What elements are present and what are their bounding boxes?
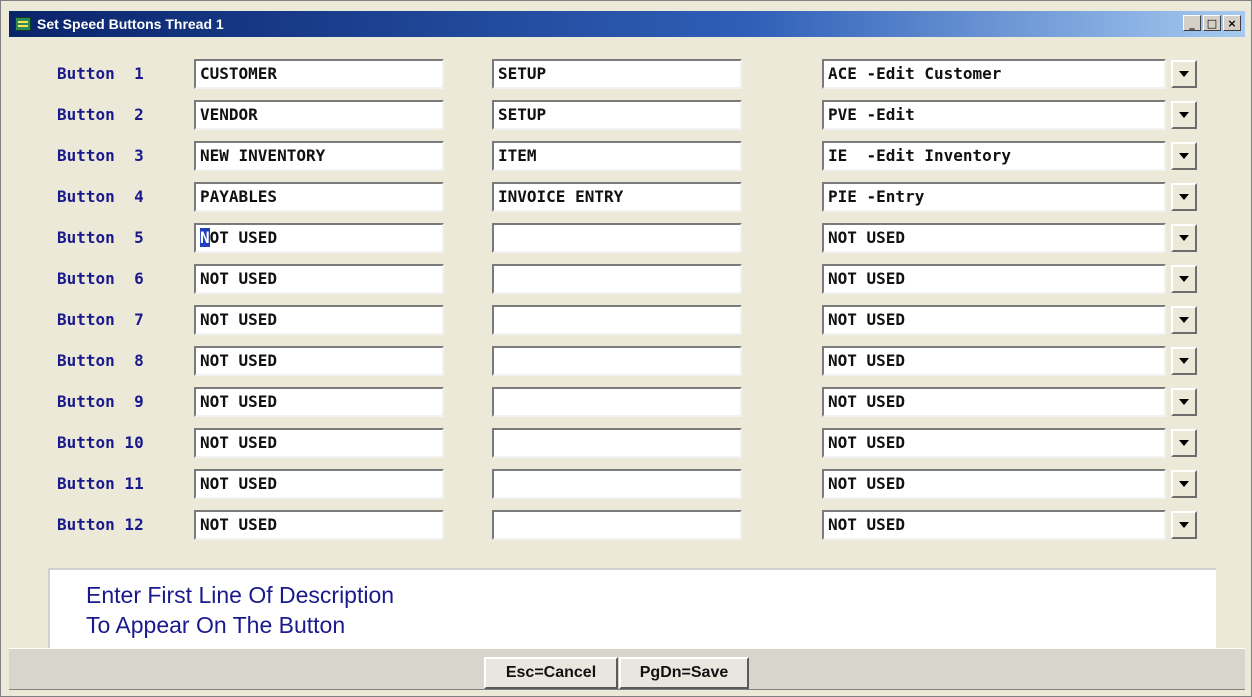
app-icon (15, 17, 31, 31)
line1-field-active[interactable]: NOT USED (194, 223, 444, 253)
line1-field[interactable]: CUSTOMER (194, 59, 444, 89)
button-number-label: Button 5 (57, 228, 144, 247)
line2-field[interactable] (492, 387, 742, 417)
command-select[interactable]: PIE -Entry (822, 182, 1166, 212)
line2-field[interactable]: ITEM (492, 141, 742, 171)
action-bar: Esc=Cancel PgDn=Save (9, 648, 1245, 690)
chevron-down-icon[interactable] (1171, 470, 1197, 498)
line1-field[interactable]: NOT USED (194, 510, 444, 540)
chevron-down-icon[interactable] (1171, 306, 1197, 334)
command-select[interactable]: NOT USED (822, 387, 1166, 417)
help-text-panel: Enter First Line Of Description To Appea… (48, 568, 1216, 648)
line2-field[interactable] (492, 346, 742, 376)
button-number-label: Button 1 (57, 64, 144, 83)
chevron-down-icon[interactable] (1171, 60, 1197, 88)
command-select[interactable]: NOT USED (822, 264, 1166, 294)
chevron-down-icon[interactable] (1171, 142, 1197, 170)
line1-field[interactable]: NOT USED (194, 387, 444, 417)
button-row: Button 7 NOT USED NOT USED (1, 305, 1252, 335)
chevron-down-icon[interactable] (1171, 183, 1197, 211)
maximize-button[interactable]: □ (1203, 15, 1221, 31)
button-number-label: Button 6 (57, 269, 144, 288)
line1-field[interactable]: VENDOR (194, 100, 444, 130)
button-row: Button 5 NOT USED NOT USED (1, 223, 1252, 253)
command-select[interactable]: NOT USED (822, 428, 1166, 458)
button-row: Button 2 VENDOR SETUP PVE -Edit (1, 100, 1252, 130)
command-select[interactable]: PVE -Edit (822, 100, 1166, 130)
help-text-line2: To Appear On The Button (86, 612, 346, 638)
button-number-label: Button 7 (57, 310, 144, 329)
button-number-label: Button 4 (57, 187, 144, 206)
chevron-down-icon[interactable] (1171, 511, 1197, 539)
command-select[interactable]: IE -Edit Inventory (822, 141, 1166, 171)
line1-field[interactable]: NEW INVENTORY (194, 141, 444, 171)
line1-field[interactable]: NOT USED (194, 428, 444, 458)
command-select[interactable]: ACE -Edit Customer (822, 59, 1166, 89)
button-number-label: Button 12 (57, 515, 144, 534)
button-number-label: Button 9 (57, 392, 144, 411)
line1-field[interactable]: NOT USED (194, 346, 444, 376)
chevron-down-icon[interactable] (1171, 101, 1197, 129)
speed-buttons-window: Set Speed Buttons Thread 1 _ □ × Button … (0, 0, 1252, 697)
minimize-button[interactable]: _ (1183, 15, 1201, 31)
line1-field[interactable]: NOT USED (194, 305, 444, 335)
title-bar[interactable]: Set Speed Buttons Thread 1 _ □ × (9, 11, 1245, 37)
line2-field[interactable] (492, 305, 742, 335)
button-number-label: Button 3 (57, 146, 144, 165)
save-button[interactable]: PgDn=Save (619, 657, 749, 689)
help-text-line1: Enter First Line Of Description (86, 582, 395, 608)
line2-field[interactable]: INVOICE ENTRY (492, 182, 742, 212)
line2-field[interactable] (492, 510, 742, 540)
line2-field[interactable] (492, 428, 742, 458)
line1-field[interactable]: PAYABLES (194, 182, 444, 212)
button-row: Button 3 NEW INVENTORY ITEM IE -Edit Inv… (1, 141, 1252, 171)
chevron-down-icon[interactable] (1171, 388, 1197, 416)
chevron-down-icon[interactable] (1171, 429, 1197, 457)
command-select[interactable]: NOT USED (822, 346, 1166, 376)
close-button[interactable]: × (1223, 15, 1241, 31)
line2-field[interactable] (492, 223, 742, 253)
line1-field-text: OT USED (209, 228, 278, 247)
command-select[interactable]: NOT USED (822, 305, 1166, 335)
line1-field[interactable]: NOT USED (194, 264, 444, 294)
button-number-label: Button 8 (57, 351, 144, 370)
cancel-button[interactable]: Esc=Cancel (484, 657, 618, 689)
button-row: Button 8 NOT USED NOT USED (1, 346, 1252, 376)
line2-field[interactable] (492, 469, 742, 499)
line2-field[interactable]: SETUP (492, 100, 742, 130)
button-row: Button 11 NOT USED NOT USED (1, 469, 1252, 499)
window-controls: _ □ × (1183, 15, 1241, 31)
line1-field[interactable]: NOT USED (194, 469, 444, 499)
command-select[interactable]: NOT USED (822, 469, 1166, 499)
text-cursor: N (200, 228, 210, 247)
chevron-down-icon[interactable] (1171, 265, 1197, 293)
button-row: Button 12 NOT USED NOT USED (1, 510, 1252, 540)
button-number-label: Button 2 (57, 105, 144, 124)
button-row: Button 4 PAYABLES INVOICE ENTRY PIE -Ent… (1, 182, 1252, 212)
window-title: Set Speed Buttons Thread 1 (37, 16, 224, 32)
button-row: Button 6 NOT USED NOT USED (1, 264, 1252, 294)
line2-field[interactable] (492, 264, 742, 294)
button-row: Button 10 NOT USED NOT USED (1, 428, 1252, 458)
button-number-label: Button 10 (57, 433, 144, 452)
chevron-down-icon[interactable] (1171, 347, 1197, 375)
button-row: Button 1 CUSTOMER SETUP ACE -Edit Custom… (1, 59, 1252, 89)
command-select[interactable]: NOT USED (822, 223, 1166, 253)
chevron-down-icon[interactable] (1171, 224, 1197, 252)
line2-field[interactable]: SETUP (492, 59, 742, 89)
button-row: Button 9 NOT USED NOT USED (1, 387, 1252, 417)
command-select[interactable]: NOT USED (822, 510, 1166, 540)
button-number-label: Button 11 (57, 474, 144, 493)
